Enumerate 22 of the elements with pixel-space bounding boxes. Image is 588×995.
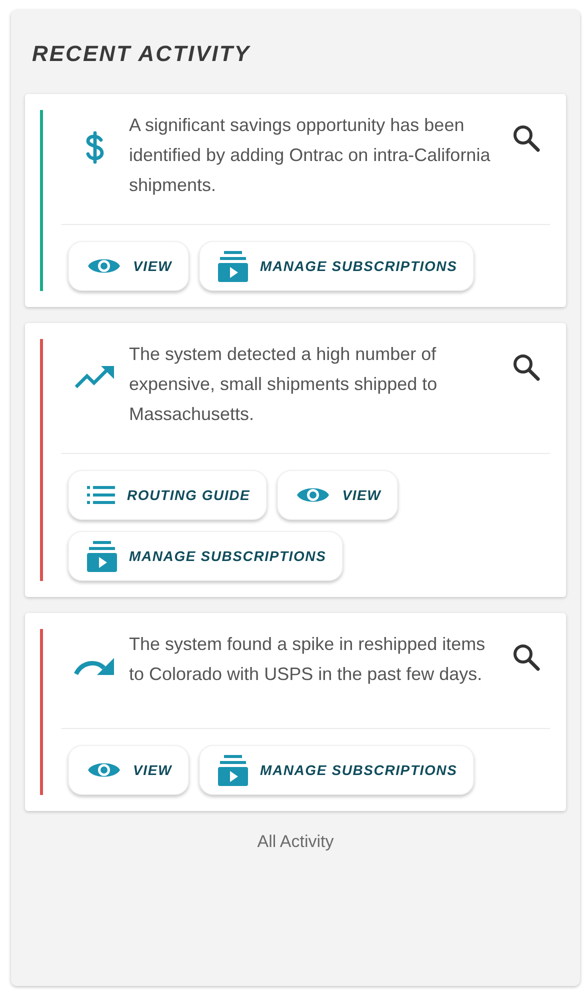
panel-title: RECENT ACTIVITY — [32, 40, 250, 68]
video-stack-icon — [87, 540, 117, 572]
video-stack-icon — [218, 250, 248, 282]
manage-subscriptions-button[interactable]: MANAGE SUBSCRIPTIONS — [198, 241, 474, 291]
activity-text: The system found a spike in reshipped items to Colorado with USPS in the past few days. — [129, 633, 486, 686]
search-icon[interactable] — [512, 124, 540, 152]
search-icon[interactable] — [512, 643, 540, 671]
activity-text: A significant savings opportunity has been identified by adding Ontrac on intra-California shipments. — [129, 114, 492, 197]
search-icon[interactable] — [512, 353, 540, 381]
view-button[interactable]: VIEW — [277, 470, 398, 520]
activity-text: The system detected a high number of expensive, small shipments shipped to Massachusetts. — [129, 343, 438, 426]
video-stack-icon — [218, 754, 248, 786]
list-icon — [87, 486, 115, 504]
routing-guide-button[interactable]: ROUTING GUIDE — [68, 470, 268, 520]
view-button[interactable]: VIEW — [68, 745, 189, 795]
manage-subscriptions-button[interactable]: MANAGE SUBSCRIPTIONS — [198, 745, 474, 795]
all-activity-link[interactable]: All Activity — [257, 829, 334, 854]
view-button[interactable]: VIEW — [68, 241, 189, 291]
manage-subscriptions-button[interactable]: MANAGE SUBSCRIPTIONS — [68, 531, 344, 581]
dollar-icon — [85, 130, 105, 164]
curved-arrow-icon — [74, 656, 116, 678]
trend-up-icon — [74, 364, 116, 390]
